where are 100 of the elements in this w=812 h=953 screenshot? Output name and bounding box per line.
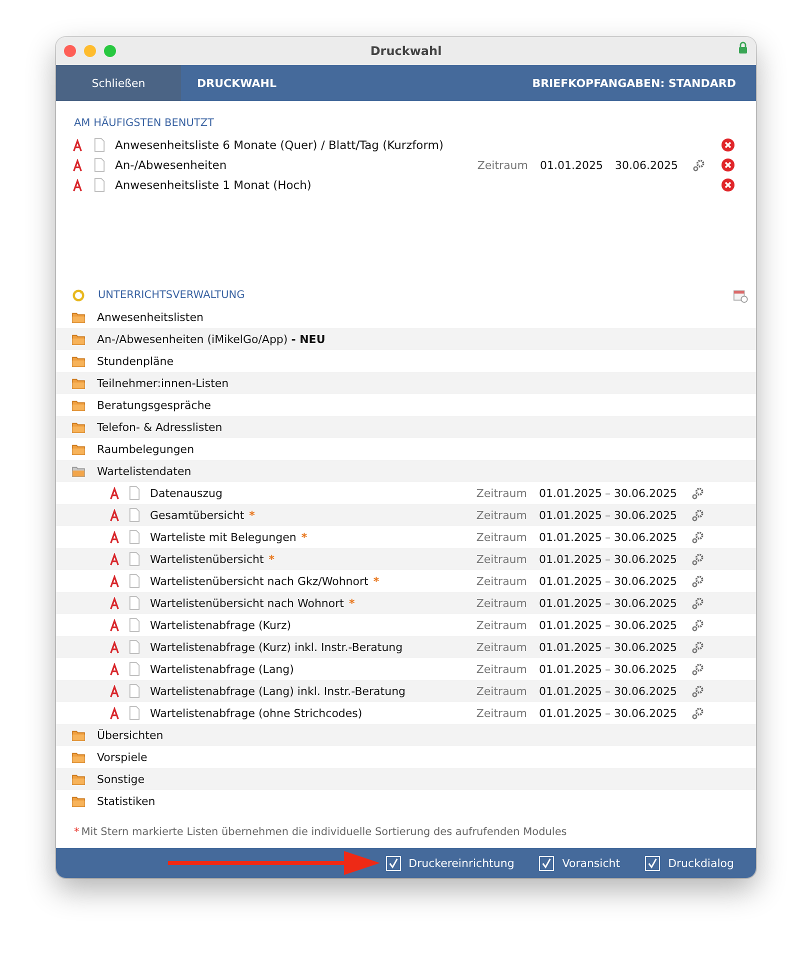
- to-date[interactable]: 30.06.2025: [614, 596, 680, 610]
- folder-item[interactable]: An-/Abwesenheiten (iMikelGo/App) - NEU: [97, 332, 326, 346]
- folder-item[interactable]: Anwesenheitslisten: [97, 310, 204, 324]
- folder-icon[interactable]: [72, 752, 85, 762]
- checkbox-label[interactable]: Druckdialog: [668, 856, 734, 870]
- to-date[interactable]: 30.06.2025: [614, 662, 680, 676]
- settings-icon[interactable]: [691, 662, 704, 676]
- folder-item[interactable]: Wartelistendaten: [97, 464, 192, 478]
- folder-item[interactable]: Vorspiele: [97, 750, 148, 764]
- report-link[interactable]: Wartelistenübersicht nach Gkz/Wohnort: [150, 574, 368, 588]
- settings-icon[interactable]: [691, 574, 704, 588]
- settings-icon[interactable]: [692, 158, 705, 172]
- to-date[interactable]: 30.06.2025: [614, 508, 680, 522]
- folder-icon[interactable]: [72, 796, 85, 806]
- from-date[interactable]: 01.01.2025: [539, 684, 605, 698]
- settings-icon[interactable]: [691, 684, 704, 698]
- folder-icon[interactable]: [72, 312, 85, 322]
- folder-icon[interactable]: [72, 378, 85, 388]
- pdf-icon[interactable]: [109, 486, 120, 500]
- folder-icon[interactable]: [72, 730, 85, 740]
- report-link[interactable]: Wartelistenabfrage (Lang) inkl. Instr.-Beratung: [150, 684, 406, 698]
- open-folder-icon[interactable]: [72, 466, 85, 476]
- from-date[interactable]: 01.01.2025: [539, 662, 605, 676]
- to-date[interactable]: 30.06.2025: [614, 486, 680, 500]
- settings-icon[interactable]: [691, 508, 704, 522]
- pdf-icon[interactable]: [109, 684, 120, 698]
- to-date[interactable]: 30.06.2025: [614, 552, 680, 566]
- to-date[interactable]: 30.06.2025: [614, 574, 680, 588]
- folder-item[interactable]: Sonstige: [97, 772, 145, 786]
- folder-icon[interactable]: [72, 334, 85, 344]
- checkbox[interactable]: [539, 856, 554, 870]
- from-date[interactable]: 01.01.2025: [539, 508, 605, 522]
- from-date[interactable]: 01.01.2025: [539, 618, 605, 632]
- checkbox-label[interactable]: Voransicht: [562, 856, 620, 870]
- letterhead-label[interactable]: BRIEFKOPFANGABEN: STANDARD: [532, 76, 736, 90]
- folder-item[interactable]: Raumbelegungen: [97, 442, 194, 456]
- pdf-icon[interactable]: [72, 158, 83, 172]
- pdf-icon[interactable]: [109, 662, 120, 676]
- pdf-icon[interactable]: [109, 574, 120, 588]
- settings-icon[interactable]: [691, 618, 704, 632]
- to-date[interactable]: 30.06.2025: [614, 640, 680, 654]
- calendar-icon[interactable]: [733, 288, 748, 302]
- to-date[interactable]: 30.06.2025: [614, 684, 680, 698]
- folder-item[interactable]: Übersichten: [97, 728, 164, 742]
- report-link[interactable]: Wartelistenabfrage (ohne Strichcodes): [150, 706, 362, 720]
- folder-icon[interactable]: [72, 774, 85, 784]
- pdf-icon[interactable]: [72, 178, 83, 192]
- settings-icon[interactable]: [691, 552, 704, 566]
- to-date[interactable]: 30.06.2025: [614, 706, 680, 720]
- settings-icon[interactable]: [691, 530, 704, 544]
- close-button[interactable]: Schließen: [56, 65, 181, 101]
- folder-item[interactable]: Stundenpläne: [97, 354, 174, 368]
- to-date[interactable]: 30.06.2025: [614, 618, 680, 632]
- remove-icon[interactable]: [721, 178, 735, 192]
- report-link[interactable]: Wartelistenabfrage (Kurz) inkl. Instr.-Beratung: [150, 640, 403, 654]
- report-link[interactable]: Anwesenheitsliste 1 Monat (Hoch): [115, 178, 312, 192]
- pdf-icon[interactable]: [109, 530, 120, 544]
- settings-icon[interactable]: [691, 596, 704, 610]
- remove-icon[interactable]: [721, 138, 735, 152]
- from-date[interactable]: 01.01.2025: [539, 706, 605, 720]
- report-link[interactable]: Wartelistenabfrage (Lang): [150, 662, 294, 676]
- report-link[interactable]: Datenauszug: [150, 486, 222, 500]
- folder-item[interactable]: Teilnehmer:innen-Listen: [97, 376, 229, 390]
- from-date[interactable]: 01.01.2025: [539, 596, 605, 610]
- pdf-icon[interactable]: [109, 508, 120, 522]
- pdf-icon[interactable]: [109, 552, 120, 566]
- from-date[interactable]: 01.01.2025: [539, 640, 605, 654]
- report-link[interactable]: An-/Abwesenheiten: [115, 158, 227, 172]
- close-window-button[interactable]: [64, 45, 76, 57]
- report-link[interactable]: Anwesenheitsliste 6 Monate (Quer) / Blatt/Tag (Kurzform): [115, 138, 444, 152]
- report-link[interactable]: Warteliste mit Belegungen: [150, 530, 296, 544]
- report-link[interactable]: Wartelistenübersicht: [150, 552, 264, 566]
- from-date[interactable]: 01.01.2025: [539, 574, 605, 588]
- settings-icon[interactable]: [691, 640, 704, 654]
- from-date[interactable]: 01.01.2025: [540, 158, 606, 172]
- from-date[interactable]: 01.01.2025: [539, 486, 605, 500]
- pdf-icon[interactable]: [109, 640, 120, 654]
- folder-icon[interactable]: [72, 400, 85, 410]
- pdf-icon[interactable]: [72, 138, 83, 152]
- checkbox-label[interactable]: Druckereinrichtung: [408, 856, 514, 870]
- checkbox[interactable]: [645, 856, 660, 870]
- remove-icon[interactable]: [721, 158, 735, 172]
- folder-item[interactable]: Statistiken: [97, 794, 156, 808]
- pdf-icon[interactable]: [109, 596, 120, 610]
- pdf-icon[interactable]: [109, 706, 120, 720]
- checkbox[interactable]: [386, 856, 401, 870]
- folder-icon[interactable]: [72, 444, 85, 454]
- folder-icon[interactable]: [72, 422, 85, 432]
- settings-icon[interactable]: [691, 706, 704, 720]
- settings-icon[interactable]: [691, 486, 704, 500]
- from-date[interactable]: 01.01.2025: [539, 530, 605, 544]
- folder-item[interactable]: Beratungsgespräche: [97, 398, 212, 412]
- report-link[interactable]: Gesamtübersicht: [150, 508, 244, 522]
- to-date[interactable]: 30.06.2025: [615, 158, 681, 172]
- report-link[interactable]: Wartelistenabfrage (Kurz): [150, 618, 292, 632]
- folder-icon[interactable]: [72, 356, 85, 366]
- folder-item[interactable]: Telefon- & Adresslisten: [97, 420, 222, 434]
- pdf-icon[interactable]: [109, 618, 120, 632]
- report-link[interactable]: Wartelistenübersicht nach Wohnort: [150, 596, 344, 610]
- to-date[interactable]: 30.06.2025: [614, 530, 680, 544]
